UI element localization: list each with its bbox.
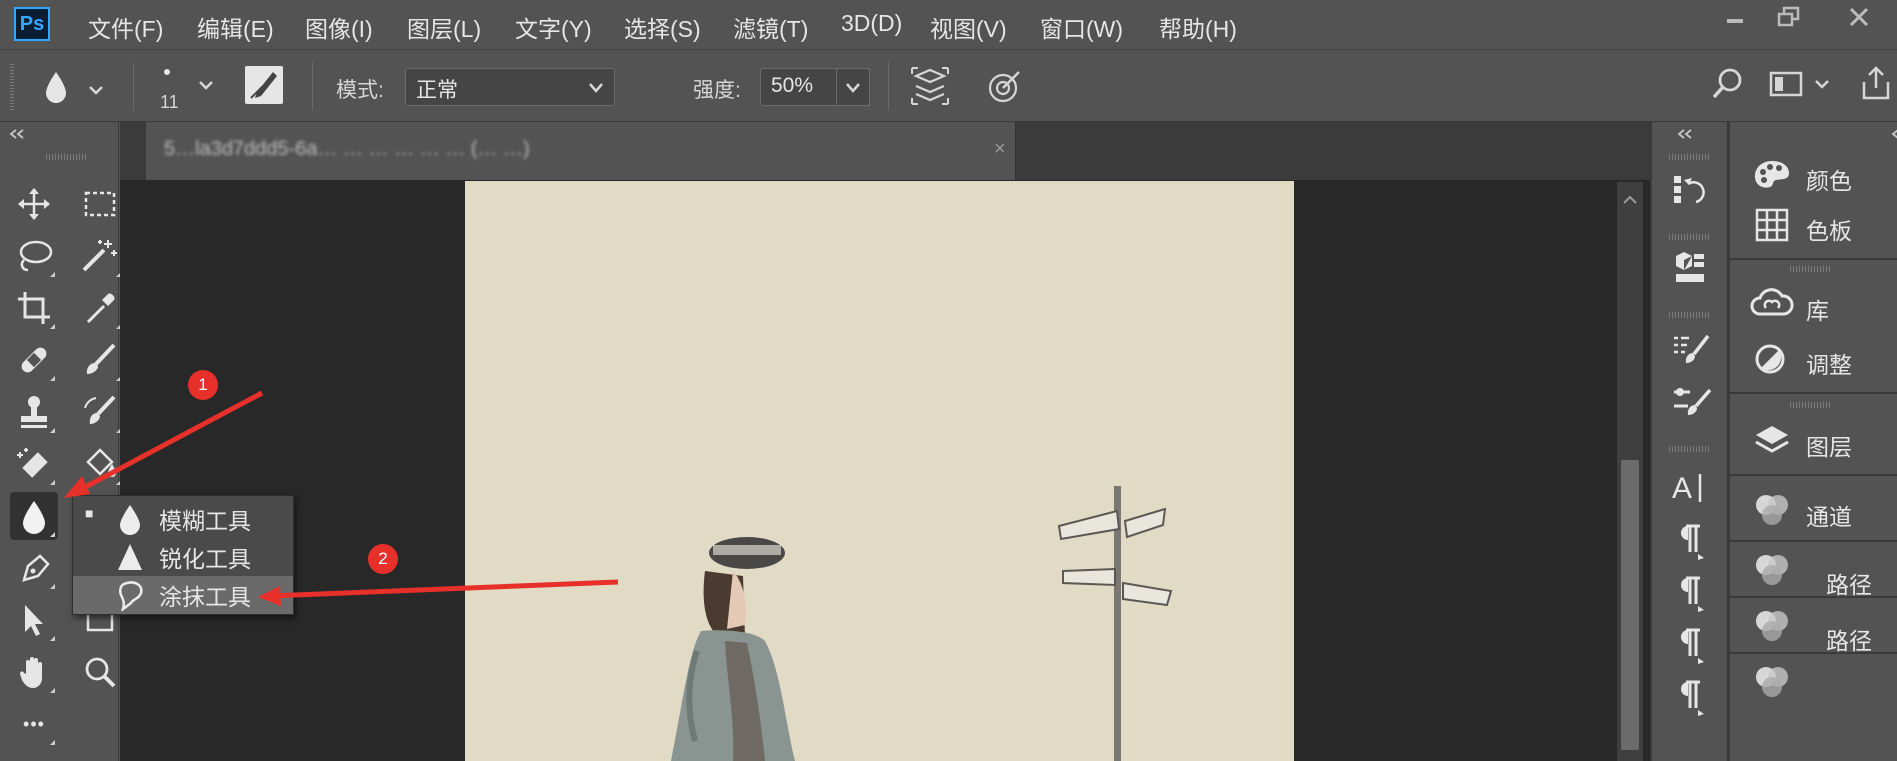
panel-tab-adjustments[interactable]: 调整 (1730, 336, 1897, 382)
color-palette-icon (1754, 161, 1789, 188)
panel-dock: 颜色 色板 库 调整 图层 通道 路径 路径 (1727, 122, 1897, 761)
collapse-dock-icon[interactable] (1676, 128, 1696, 140)
panel-group-paths-2: 路径 (1730, 600, 1897, 654)
adjustments-icon (1755, 344, 1785, 374)
paragraph-icon (1681, 680, 1704, 716)
brushes-panel-button[interactable] (1672, 384, 1712, 425)
character-icon: A (1672, 472, 1702, 505)
panel-tab-libraries[interactable]: 库 (1730, 282, 1897, 328)
dock-grip[interactable] (1790, 266, 1830, 272)
panel-group-libraries: 库 调整 (1730, 278, 1897, 394)
collapse-dock-icon[interactable] (1890, 128, 1897, 140)
panel-tab-paths-2[interactable]: 路径 (1730, 604, 1897, 654)
arrow-2-head (258, 586, 281, 606)
tutorial-arrows (64, 390, 619, 606)
paragraph-icon (1681, 628, 1704, 664)
brushes-panel-icon (1674, 388, 1712, 415)
channels-icon (1756, 667, 1788, 697)
layers-icon (1755, 426, 1789, 453)
paragraph-icon (1681, 524, 1704, 560)
paragraph-styles-button[interactable] (1672, 574, 1708, 619)
cc-libraries-icon (1750, 288, 1794, 316)
paragraph-icon (1681, 576, 1704, 612)
channels-icon (1756, 555, 1788, 585)
panel-group-extra (1730, 656, 1897, 716)
properties-icon (1676, 252, 1704, 282)
arrow-1-head (64, 476, 90, 498)
panel-label-channels: 通道 (1806, 504, 1852, 530)
channels-icon (1756, 611, 1788, 641)
channels-icon (1756, 495, 1788, 525)
3d-panel-button[interactable] (1672, 250, 1708, 291)
history-panel-button[interactable] (1672, 172, 1708, 213)
dock-grip[interactable] (1669, 312, 1709, 318)
panel-icon-dock: A (1650, 122, 1727, 761)
arrow-2-shaft (269, 579, 619, 599)
dock-grip[interactable] (1790, 402, 1830, 408)
panel-label-paths: 路径 (1826, 572, 1872, 598)
history-icon (1674, 176, 1705, 204)
panel-tab-channels[interactable]: 通道 (1730, 488, 1897, 534)
dock-grip[interactable] (1669, 234, 1709, 240)
step-badge-1: 1 (188, 370, 218, 400)
panel-label-color: 颜色 (1806, 168, 1852, 194)
paragraph-panel-button[interactable] (1672, 522, 1708, 567)
panel-group-layers: 图层 (1730, 414, 1897, 476)
panel-label-libraries: 库 (1806, 298, 1829, 324)
panel-group-channels: 通道 (1730, 478, 1897, 542)
panel-tab-layers[interactable]: 图层 (1730, 418, 1897, 464)
panel-label-paths-2: 路径 (1826, 628, 1872, 654)
panel-tab-paths[interactable]: 路径 (1730, 548, 1897, 598)
brush-settings-panel-icon (1674, 334, 1710, 363)
panel-tab-color[interactable]: 颜色 (1730, 152, 1897, 198)
character-panel-button[interactable]: A (1670, 468, 1710, 513)
arrow-1-shaft (72, 390, 264, 496)
dock-grip[interactable] (1669, 446, 1709, 452)
panel-tab-extra[interactable] (1730, 660, 1897, 706)
dock-grip[interactable] (1669, 154, 1709, 160)
character-styles-button[interactable] (1672, 626, 1708, 671)
brush-settings-panel-button[interactable] (1672, 332, 1712, 373)
glyphs-panel-button[interactable] (1672, 678, 1708, 723)
svg-text:A: A (1672, 472, 1692, 505)
panel-group-paths: 路径 (1730, 544, 1897, 598)
panel-label-swatches: 色板 (1806, 218, 1852, 244)
panel-tab-swatches[interactable]: 色板 (1730, 202, 1897, 248)
swatches-grid-icon (1755, 208, 1789, 242)
step-badge-2: 2 (368, 544, 398, 574)
panel-group-color: 颜色 色板 (1730, 144, 1897, 260)
panel-label-layers: 图层 (1806, 434, 1852, 460)
panel-label-adjustments: 调整 (1806, 352, 1852, 378)
